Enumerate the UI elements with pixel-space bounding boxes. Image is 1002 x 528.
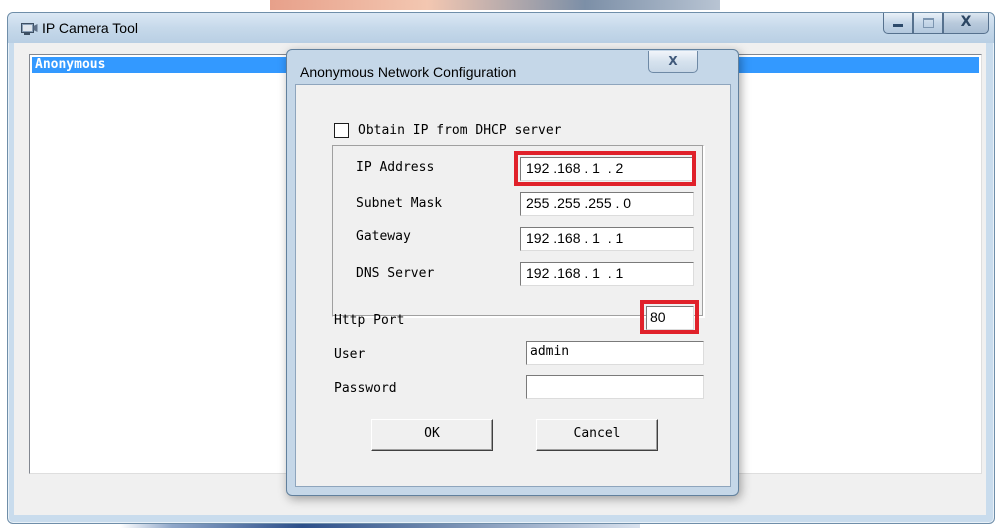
- dhcp-checkbox[interactable]: [334, 122, 349, 138]
- camera-icon: [21, 23, 38, 35]
- window-controls: X: [883, 13, 989, 34]
- cancel-button-label: Cancel: [573, 426, 621, 441]
- subnet-mask-label: Subnet Mask: [356, 196, 443, 211]
- ok-button[interactable]: OK: [371, 419, 493, 451]
- dialog-titlebar[interactable]: Anonymous Network Configuration X: [287, 50, 738, 84]
- user-value: admin: [530, 344, 570, 359]
- dialog-close-button[interactable]: X: [648, 51, 698, 73]
- user-label: User: [334, 347, 366, 362]
- minimize-icon: [893, 24, 903, 27]
- ok-button-label: OK: [424, 426, 440, 441]
- maximize-icon: [923, 18, 934, 28]
- ip-address-label: IP Address: [356, 160, 435, 175]
- minimize-button[interactable]: [883, 13, 913, 34]
- dhcp-label: Obtain IP from DHCP server: [358, 122, 562, 138]
- subnet-mask-field[interactable]: 255 .255 .255 . 0: [520, 192, 694, 216]
- dialog-title: Anonymous Network Configuration: [300, 64, 517, 80]
- dhcp-option[interactable]: Obtain IP from DHCP server: [334, 121, 562, 139]
- gateway-value: 192 .168 . 1 . 1: [526, 230, 624, 246]
- dialog-client-area: Obtain IP from DHCP server IP Address 19…: [295, 84, 731, 487]
- close-icon: X: [668, 54, 678, 68]
- maximize-button[interactable]: [913, 13, 943, 34]
- close-icon: X: [960, 14, 972, 30]
- device-name: Anonymous: [35, 57, 106, 72]
- dns-server-value: 192 .168 . 1 . 1: [526, 265, 624, 281]
- window-titlebar[interactable]: IP Camera Tool X: [8, 13, 994, 43]
- desktop-wallpaper-strip: [270, 0, 720, 10]
- gateway-field[interactable]: 192 .168 . 1 . 1: [520, 227, 694, 251]
- gateway-label: Gateway: [356, 229, 411, 244]
- dns-server-field[interactable]: 192 .168 . 1 . 1: [520, 262, 694, 286]
- subnet-mask-value: 255 .255 .255 . 0: [526, 195, 632, 211]
- http-port-label: Http Port: [334, 313, 405, 328]
- password-label: Password: [334, 381, 397, 396]
- close-button[interactable]: X: [943, 13, 989, 34]
- ip-address-highlight: [514, 151, 696, 186]
- password-field[interactable]: [526, 375, 704, 399]
- dns-server-label: DNS Server: [356, 266, 435, 281]
- window-title: IP Camera Tool: [42, 20, 138, 36]
- network-config-dialog: Anonymous Network Configuration X Obtain…: [286, 49, 739, 496]
- user-field[interactable]: admin: [526, 341, 704, 365]
- cancel-button[interactable]: Cancel: [536, 419, 658, 451]
- http-port-highlight: [640, 300, 699, 334]
